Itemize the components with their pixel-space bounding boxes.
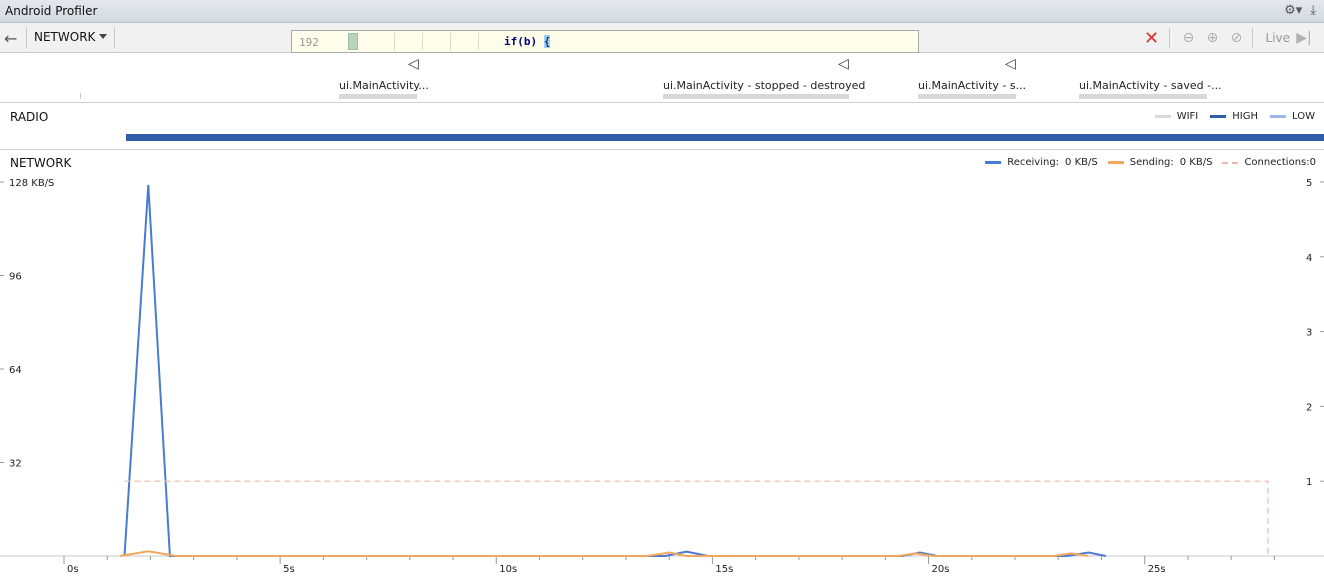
x-tick-label: 0s (67, 564, 79, 575)
divider (1169, 28, 1171, 48)
line-number: 192 (299, 36, 319, 49)
legend-swatch (1210, 115, 1227, 118)
y-right-tick-label: 2 (1306, 402, 1312, 413)
chevron-down-icon (99, 34, 108, 39)
receiving-series-line (123, 184, 1106, 557)
code-preview-popup: 192 if(b) { (291, 30, 919, 53)
hide-panel-icon[interactable]: ⤓ (1310, 3, 1316, 18)
activity-event-label[interactable]: ui.MainActivity - stopped - destroyed (663, 79, 865, 92)
y-left-tick-label: 32 (9, 459, 22, 470)
legend-label: WIFI (1176, 111, 1199, 122)
title-bar: Android Profiler ⚙▾ ⤓ (0, 0, 1324, 23)
sending-series-line (120, 550, 1089, 557)
divider (114, 27, 115, 49)
legend-label: LOW (1292, 111, 1315, 122)
radio-state-bar (126, 134, 1324, 141)
indent-guide (478, 33, 479, 50)
indent-guide (394, 33, 395, 50)
activity-events-track: ◁ ◁ ◁ ui.MainActivity... ui.MainActivity… (0, 53, 1324, 103)
legend-item: LOW (1270, 111, 1315, 122)
back-triangle-icon: ◁ (1005, 56, 1016, 72)
x-tick-label: 20s (932, 564, 950, 575)
x-tick-label: 10s (499, 564, 517, 575)
network-chart[interactable]: 0s 5s 10s 15s 20s 25s 32 64 96 128 KB/S 1 2 3 4 5 (0, 150, 1324, 586)
toolbar-right: ✕ ⊖ ⊕ ⊘ Live ▶| (1141, 23, 1324, 53)
matching-brace: { (543, 35, 551, 48)
profiler-select[interactable]: NETWORK (34, 30, 108, 44)
code-line: if(b) { (504, 35, 551, 48)
activity-bar[interactable] (1079, 94, 1207, 99)
x-tick-label: 15s (715, 564, 733, 575)
zoom-in-icon[interactable]: ⊕ (1202, 28, 1222, 48)
x-tick-label: 25s (1148, 564, 1166, 575)
stop-session-icon[interactable]: ✕ (1141, 28, 1161, 49)
activity-bar[interactable] (663, 94, 849, 99)
back-triangle-icon: ◁ (408, 56, 419, 72)
radio-track: RADIO WIFI HIGH LOW (0, 103, 1324, 150)
indent-guide (450, 33, 451, 50)
profiler-select-label: NETWORK (34, 30, 96, 44)
y-left-tick-label: 96 (9, 272, 22, 283)
code-text: if(b) (504, 35, 544, 48)
y-right-tick-label: 4 (1306, 253, 1312, 264)
activity-bar[interactable] (918, 94, 1016, 99)
indent-guide (422, 33, 423, 50)
legend-item: HIGH (1210, 111, 1258, 122)
gear-icon[interactable]: ⚙▾ (1284, 3, 1302, 18)
live-button[interactable]: Live (1265, 31, 1290, 45)
divider (1252, 28, 1254, 48)
y-right-tick-label: 1 (1306, 477, 1312, 488)
back-arrow-icon[interactable]: ← (4, 29, 17, 48)
go-live-icon[interactable]: ▶| (1294, 28, 1314, 48)
network-panel: NETWORK Receiving: 0 KB/S Sending: 0 KB/S … (0, 150, 1324, 586)
activity-event-label[interactable]: ui.MainActivity - saved -... (1079, 79, 1222, 92)
radio-legend: WIFI HIGH LOW (1154, 111, 1315, 122)
y-right-tick-label: 3 (1306, 328, 1312, 339)
connections-series-line (124, 480, 1269, 556)
back-triangle-icon: ◁ (838, 56, 849, 72)
activity-bar[interactable] (339, 94, 417, 99)
radio-label: RADIO (10, 110, 49, 124)
x-tick-label: 5s (283, 564, 295, 575)
y-right-tick-label: 5 (1306, 178, 1312, 189)
legend-swatch (1270, 115, 1287, 118)
reset-zoom-icon[interactable]: ⊘ (1226, 28, 1246, 48)
legend-swatch (1154, 115, 1171, 118)
event-tick (80, 93, 81, 99)
activity-event-label[interactable]: ui.MainActivity... (339, 79, 429, 92)
zoom-out-icon[interactable]: ⊖ (1178, 28, 1198, 48)
gutter-marker (348, 33, 358, 50)
y-left-tick-label: 64 (9, 365, 22, 376)
legend-label: HIGH (1232, 111, 1259, 122)
legend-item: WIFI (1154, 111, 1199, 122)
y-left-tick-label: 128 KB/S (9, 178, 54, 189)
window-title: Android Profiler (5, 4, 98, 18)
activity-event-label[interactable]: ui.MainActivity - s... (918, 79, 1026, 92)
divider (26, 27, 27, 49)
